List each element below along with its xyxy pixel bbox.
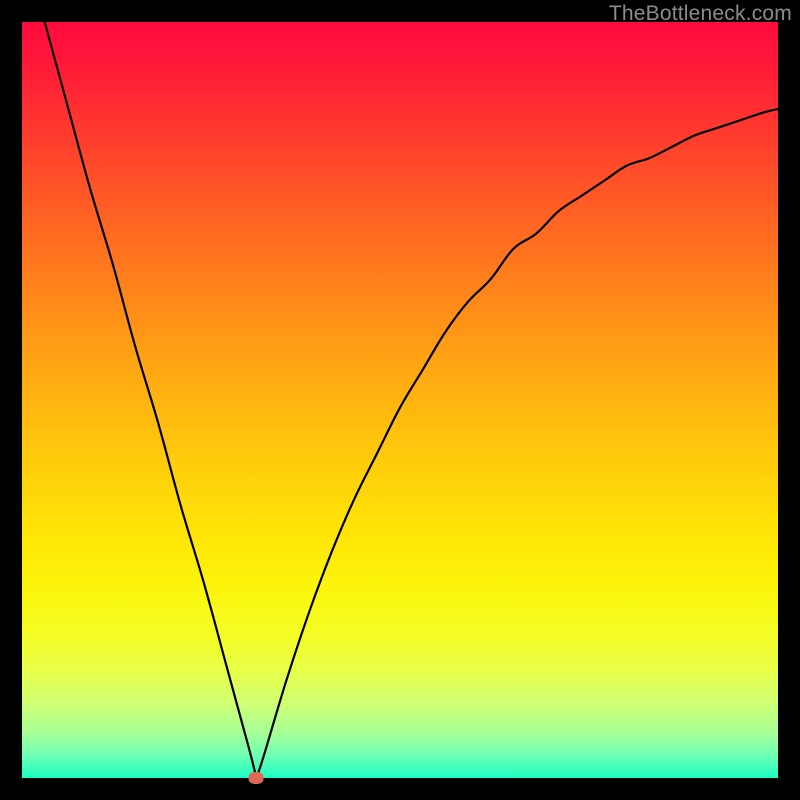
bottleneck-curve bbox=[22, 22, 778, 778]
watermark: TheBottleneck.com bbox=[609, 2, 792, 26]
minimum-marker bbox=[249, 772, 264, 784]
chart-frame bbox=[22, 22, 778, 778]
